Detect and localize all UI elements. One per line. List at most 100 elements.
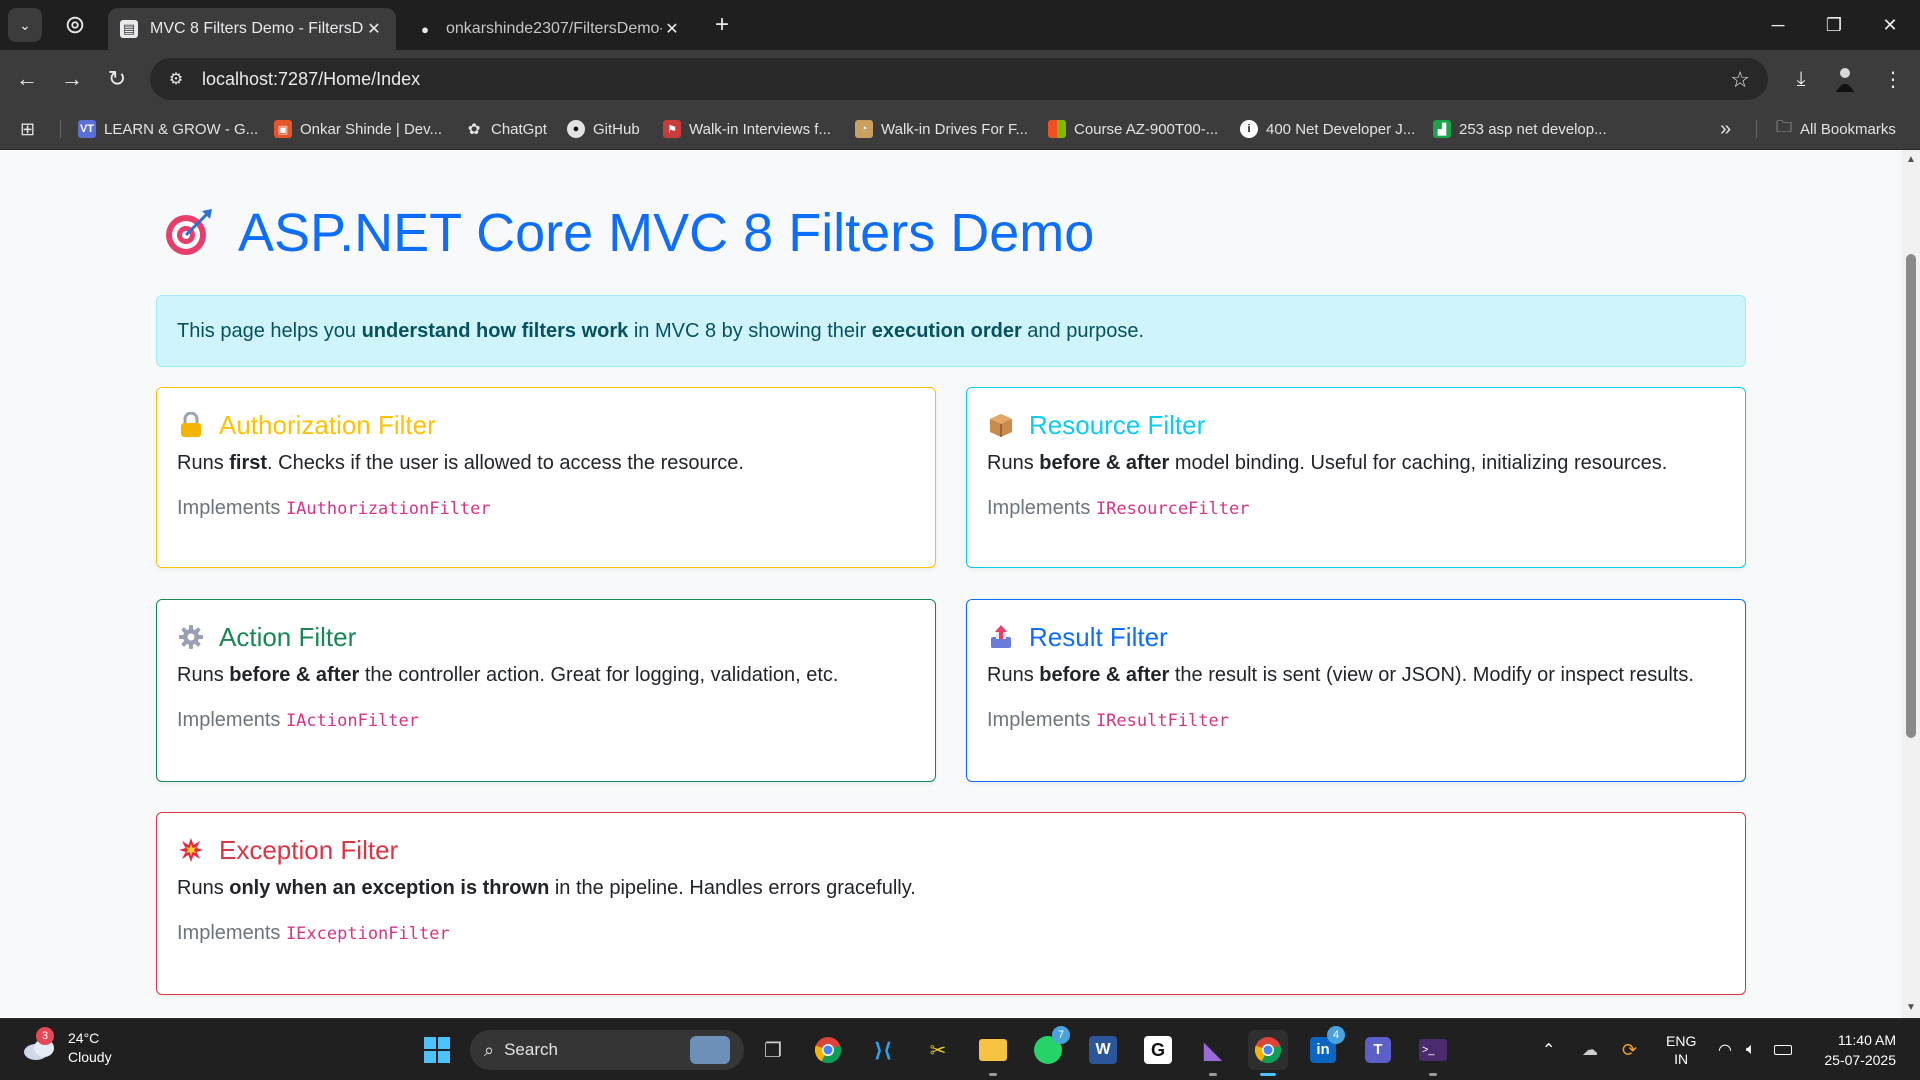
scroll-thumb[interactable] [1906,254,1916,738]
bookmark-walkin-interviews[interactable]: ⚑ Walk-in Interviews f... [663,118,831,140]
reload-button[interactable]: ↻ [100,62,134,96]
task-view-icon: ❐ [764,1039,782,1062]
bookmark-learn-grow[interactable]: VT LEARN & GROW - G... [78,118,258,140]
chrome-icon [814,1037,842,1064]
bookmarks-bar: ⊞ VT LEARN & GROW - G... ▣ Onkar Shinde | … [0,108,1920,150]
arrow-left-icon: ← [16,66,38,91]
openai-pinned-icon[interactable] [62,12,88,38]
start-button[interactable] [417,1030,457,1070]
tab-search-button[interactable]: ⌄ [8,8,42,42]
show-hidden-icons[interactable]: ⌃ [1542,1019,1555,1080]
new-tab-button[interactable]: + [708,12,736,40]
snipping-icon: ✂ [929,1039,947,1062]
close-icon[interactable]: ✕ [364,19,384,39]
microsoft-icon [1048,120,1066,138]
whatsapp-button[interactable]: 7 [1028,1026,1070,1070]
reload-icon: ↻ [107,66,127,91]
vscode-icon: ⟩⟨ [873,1039,893,1062]
drives-icon: ◔ [855,120,873,138]
battery-icon[interactable] [1774,1019,1792,1080]
page-content: ASP.NET Core MVC 8 Filters Demo This pag… [0,150,1902,1018]
apps-button[interactable]: ⊞ [20,118,35,140]
site-settings-icon[interactable]: ⚙ [164,67,188,91]
bookmark-net-developer[interactable]: i 400 Net Developer J... [1240,118,1415,140]
chevron-up-icon: ⌃ [1542,1042,1556,1059]
onedrive-tray[interactable]: ☁ [1582,1019,1598,1080]
bookmark-github[interactable]: ● GitHub [567,118,640,140]
volume-icon[interactable]: 🔈︎ [1746,1019,1756,1080]
forward-button[interactable]: → [55,62,89,96]
visual-studio-button[interactable]: ◣ [1193,1030,1233,1076]
system-clock[interactable]: 11:40 AM 25-07-2025 [1824,1030,1896,1070]
github-favicon-icon: ● [416,20,434,38]
word-button[interactable]: W [1083,1030,1123,1070]
sync-tray[interactable]: ⟳ [1622,1019,1637,1080]
wifi-icon[interactable]: ◠ [1718,1019,1732,1080]
page-scrollbar[interactable]: ▲ ▼ [1902,150,1920,1018]
minimize-button[interactable]: ─ [1758,8,1798,42]
taskbar-search[interactable]: ⌕ Search [470,1030,744,1070]
linkedin-button[interactable]: in 4 [1303,1026,1345,1070]
scroll-up-icon[interactable]: ▲ [1906,154,1916,165]
card-description: Runs only when an exception is thrown in… [177,877,916,899]
bookmark-az900[interactable]: Course AZ-900T00-... [1048,118,1218,140]
search-icon: ⌕ [484,1039,495,1060]
weather-widget[interactable]: 3 24°C Cloudy [22,1027,112,1067]
folder-icon [979,1039,1007,1061]
bookmark-onkar-shinde[interactable]: ▣ Onkar Shinde | Dev... [274,118,442,140]
apps-grid-icon: ⊞ [20,118,36,139]
file-explorer-button[interactable] [973,1030,1013,1076]
teams-button[interactable]: T [1358,1030,1398,1070]
interface-name: IActionFilter [285,711,419,731]
card-title: Action Filter [219,621,357,652]
whatsapp-badge: 7 [1052,1026,1070,1044]
bookmark-asp-net-developer[interactable]: ▟ 253 asp net develop... [1433,118,1607,140]
tab-filters-demo[interactable]: ▤ MVC 8 Filters Demo - FiltersDemo ✕ [108,8,396,50]
url-text[interactable]: localhost:7287/Home/Index [202,69,420,90]
download-button[interactable]: ⤓ [1784,62,1818,96]
tab-github-repo[interactable]: ● onkarshinde2307/FiltersDemo-MVC ✕ [404,8,694,50]
divider [60,120,61,138]
card-title: Result Filter [1029,621,1168,652]
restore-button[interactable]: ❐ [1814,8,1854,42]
weather-temp: 24°C [68,1030,100,1046]
language-indicator[interactable]: ENG IN [1666,1019,1696,1080]
more-bookmarks-button[interactable]: » [1720,118,1731,140]
tab-title: onkarshinde2307/FiltersDemo-MVC [446,20,662,37]
lock-icon [177,411,205,439]
card-description: Runs first. Checks if the user is allowe… [177,452,744,474]
clock-date: 25-07-2025 [1824,1052,1896,1068]
info-icon: i [1240,120,1258,138]
scroll-down-icon[interactable]: ▼ [1906,1002,1916,1013]
terminal-button[interactable]: >_ [1413,1030,1453,1076]
portfolio-icon: ▣ [274,120,292,138]
teams-icon: T [1365,1037,1391,1063]
profile-button[interactable] [1828,62,1862,96]
bookmark-chatgpt[interactable]: ✿ ChatGpt [465,118,547,140]
page-heading: ASP.NET Core MVC 8 Filters Demo [162,202,1094,264]
chrome-taskbar-button[interactable] [808,1030,848,1070]
address-bar[interactable]: ⚙ localhost:7287/Home/Index ☆ [150,58,1768,100]
close-icon[interactable]: ✕ [662,19,682,39]
word-icon: W [1089,1036,1117,1064]
weather-badge: 3 [36,1027,54,1045]
interface-name: IExceptionFilter [285,924,450,944]
close-window-button[interactable]: ✕ [1870,8,1910,42]
browser-menu-button[interactable]: ⋮ [1876,62,1910,96]
chevron-down-icon: ⌄ [19,16,31,33]
windows-icon [424,1037,450,1063]
snipping-tool-button[interactable]: ✂ [918,1030,958,1070]
walkin-icon: ⚑ [663,120,681,138]
bookmark-star-icon[interactable]: ☆ [1730,67,1750,93]
all-bookmarks-button[interactable]: 🗀 All Bookmarks [1776,118,1896,140]
avatar [1836,68,1854,92]
bookmark-walkin-drives[interactable]: ◔ Walk-in Drives For F... [855,118,1028,140]
back-button[interactable]: ← [10,62,44,96]
chrome-active-button[interactable] [1248,1030,1288,1076]
interface-name: IResultFilter [1095,711,1229,731]
vscode-taskbar-button[interactable]: ⟩⟨ [863,1030,903,1070]
tab-title: MVC 8 Filters Demo - FiltersDemo [150,20,364,37]
grammarly-button[interactable]: G [1138,1030,1178,1070]
task-view-button[interactable]: ❐ [753,1030,793,1070]
windows-taskbar: 3 24°C Cloudy ⌕ Search ❐ ⟩⟨ ✂ 7 W G ◣ in… [0,1018,1920,1080]
